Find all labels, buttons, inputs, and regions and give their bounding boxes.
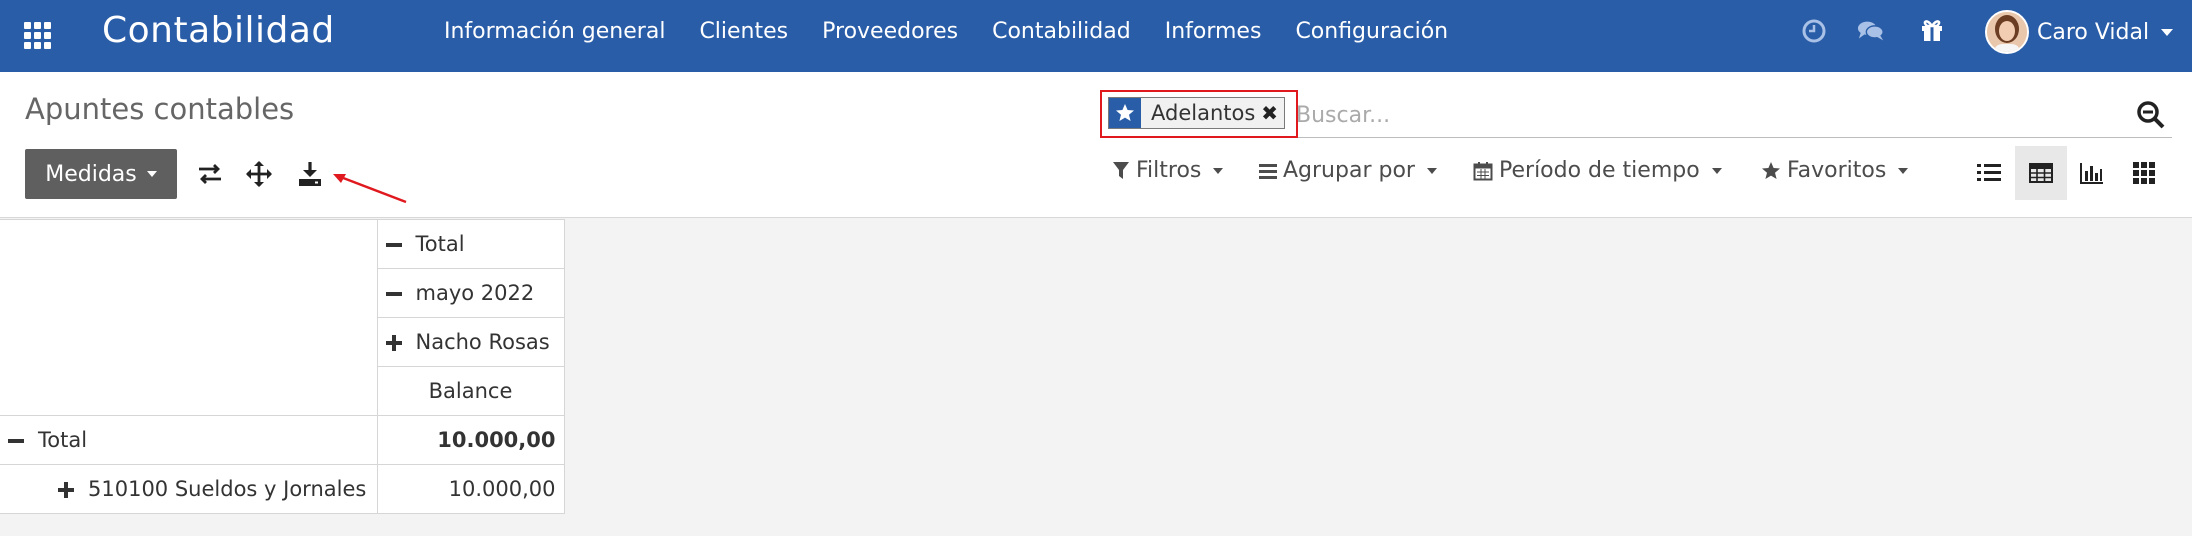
graph-view-icon: [2080, 163, 2103, 184]
search-bar: Adelantos ✖: [1100, 90, 2172, 138]
menu-item-proveedores[interactable]: Proveedores: [805, 18, 975, 46]
gift-icon[interactable]: [1918, 16, 1946, 44]
main-menu: Información general Clientes Proveedores…: [444, 18, 1465, 46]
row-header-label: Total: [38, 428, 88, 452]
time-period-label: Período de tiempo: [1499, 158, 1700, 183]
top-navbar: Contabilidad Información general Cliente…: [0, 0, 2192, 72]
group-by-dropdown[interactable]: Agrupar por: [1259, 158, 1437, 183]
chevron-down-icon: [2161, 28, 2174, 36]
pivot-view-icon: [2029, 163, 2053, 183]
filters-dropdown[interactable]: Filtros: [1112, 158, 1224, 183]
favorites-dropdown[interactable]: Favoritos: [1761, 158, 1909, 183]
expand-all-icon[interactable]: [245, 160, 273, 188]
chevron-down-icon: [1898, 167, 1909, 174]
measures-label: Medidas: [45, 161, 137, 187]
chevron-down-icon: [146, 171, 157, 177]
pivot-cell-account[interactable]: 10.000,00: [376, 464, 565, 514]
download-icon[interactable]: [296, 160, 324, 188]
measures-button[interactable]: Medidas: [25, 149, 177, 199]
collapse-icon: [8, 439, 24, 443]
control-panel: Apuntes contables Medidas Adelantos ✖ Bu…: [0, 72, 2192, 218]
close-icon[interactable]: ✖: [1261, 98, 1285, 128]
pivot-corner: [0, 219, 378, 416]
search-icon[interactable]: [2136, 100, 2166, 130]
menu-item-clientes[interactable]: Clientes: [682, 18, 805, 46]
col-header-label: mayo 2022: [415, 281, 535, 305]
breadcrumb: Apuntes contables: [25, 92, 295, 126]
collapse-icon: [385, 243, 402, 247]
favorites-label: Favoritos: [1787, 158, 1887, 183]
search-input[interactable]: [1296, 98, 2096, 132]
pivot-row-header-total[interactable]: Total: [0, 415, 378, 465]
star-icon: [1109, 98, 1141, 128]
user-name: Caro Vidal: [2037, 19, 2150, 45]
list-view-button[interactable]: [1963, 146, 2015, 200]
kanban-view-icon: [2133, 162, 2155, 184]
pivot-col-header-total[interactable]: Total: [376, 219, 565, 269]
menu-item-informacion-general[interactable]: Información general: [444, 18, 682, 46]
bars-icon: [1259, 163, 1277, 179]
annotation-arrow: [333, 174, 407, 204]
graph-view-button[interactable]: [2066, 146, 2118, 200]
user-avatar: [1985, 10, 2029, 54]
activity-clock-icon[interactable]: [1800, 17, 1828, 45]
expand-icon: [385, 335, 402, 351]
pivot-cell-total[interactable]: 10.000,00: [376, 415, 565, 465]
calendar-icon: [1473, 161, 1493, 180]
col-header-label: Nacho Rosas: [415, 330, 550, 354]
list-view-icon: [1977, 164, 2001, 181]
messages-icon[interactable]: [1857, 17, 1885, 45]
menu-item-informes[interactable]: Informes: [1148, 18, 1279, 46]
col-header-label: Total: [415, 232, 465, 256]
chevron-down-icon: [1426, 167, 1437, 174]
user-menu[interactable]: Caro Vidal: [1985, 10, 2174, 54]
pivot-col-header-month[interactable]: mayo 2022: [376, 268, 565, 318]
star-icon: [1762, 161, 1780, 179]
flip-axis-icon[interactable]: [196, 160, 224, 188]
filters-label: Filtros: [1136, 158, 1202, 183]
row-header-label: 510100 Sueldos y Jornales: [88, 477, 367, 501]
time-period-dropdown[interactable]: Período de tiempo: [1473, 158, 1722, 183]
pivot-measure-header[interactable]: Balance: [376, 366, 565, 416]
chevron-down-icon: [1213, 167, 1224, 174]
pivot-table: Total mayo 2022 Nacho Rosas Balance Tota…: [0, 219, 565, 514]
menu-item-contabilidad[interactable]: Contabilidad: [975, 18, 1148, 46]
chevron-down-icon: [1711, 167, 1722, 174]
search-facet-favorite[interactable]: Adelantos ✖: [1108, 97, 1286, 129]
filter-icon: [1113, 161, 1129, 179]
kanban-view-button[interactable]: [2118, 146, 2170, 200]
app-title[interactable]: Contabilidad: [102, 10, 335, 51]
pivot-col-header-partner[interactable]: Nacho Rosas: [376, 317, 565, 367]
apps-menu-icon[interactable]: [22, 20, 54, 52]
pivot-row-header-account[interactable]: 510100 Sueldos y Jornales: [0, 464, 378, 514]
facet-label: Adelantos: [1141, 98, 1262, 128]
pivot-view-button[interactable]: [2015, 146, 2067, 200]
expand-icon: [58, 482, 74, 498]
group-by-label: Agrupar por: [1283, 158, 1415, 183]
menu-item-configuracion[interactable]: Configuración: [1278, 18, 1465, 46]
collapse-icon: [385, 292, 402, 296]
